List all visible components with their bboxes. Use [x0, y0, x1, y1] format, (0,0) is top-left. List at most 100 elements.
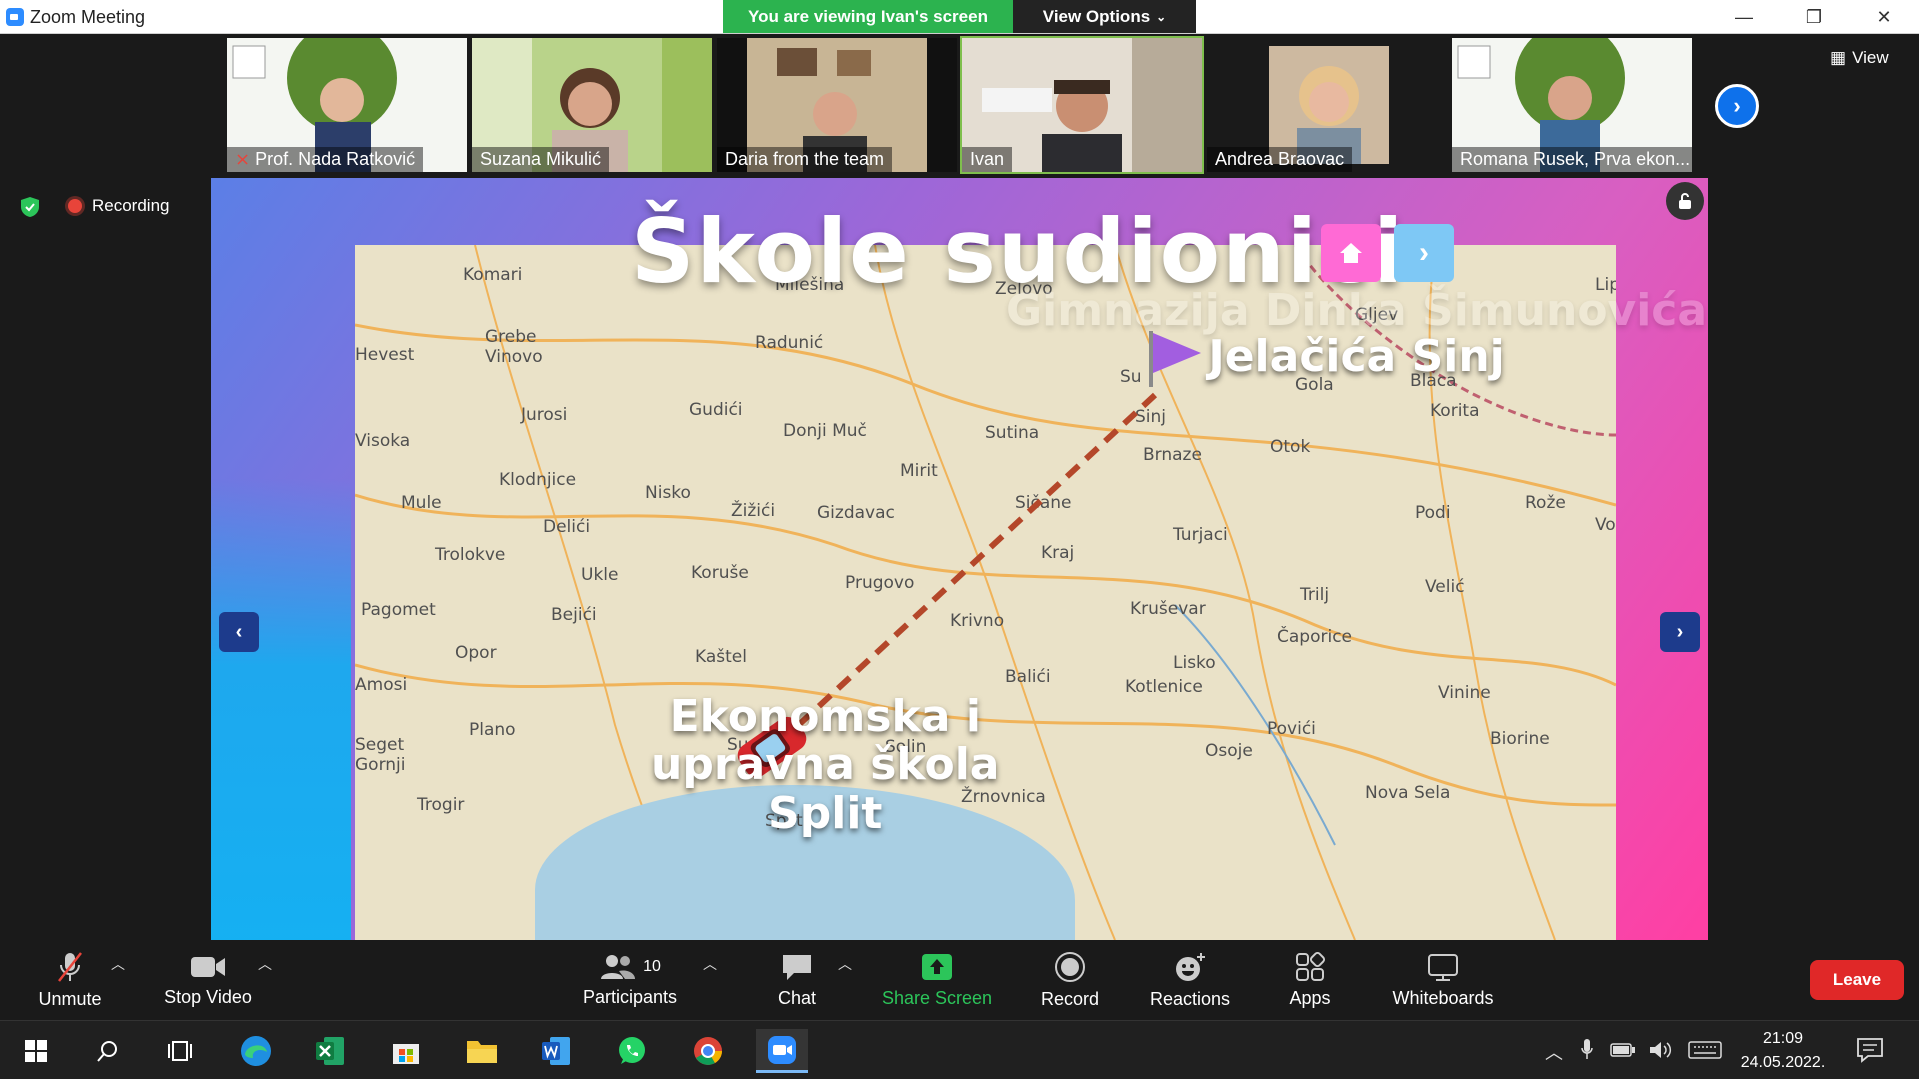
participant-tile[interactable]: Andrea Braovac	[1207, 38, 1447, 172]
chat-label: Chat	[777, 987, 817, 1008]
share-screen-label: Share Screen	[881, 987, 993, 1008]
whiteboard-icon	[1428, 953, 1458, 981]
origin-school-label: Ekonomska i upravna škola Split	[651, 691, 1000, 838]
unmute-button[interactable]: Unmute	[30, 940, 110, 1020]
store-taskbar-button[interactable]	[380, 1029, 432, 1073]
viewing-screen-banner: You are viewing Ivan's screen	[723, 0, 1013, 33]
participant-name: Romana Rusek, Prva ekon...	[1452, 147, 1692, 172]
origin-line-1: Ekonomska i	[669, 691, 981, 742]
notifications-icon[interactable]	[1856, 1037, 1884, 1063]
share-screen-button[interactable]: Share Screen	[880, 940, 994, 1020]
chat-button[interactable]: Chat	[770, 940, 824, 1020]
zoom-taskbar-button[interactable]	[756, 1029, 808, 1073]
unmute-label: Unmute	[38, 988, 102, 1009]
windows-start-icon	[25, 1040, 47, 1062]
leave-button[interactable]: Leave	[1810, 960, 1904, 1000]
recording-dot-icon	[68, 199, 82, 213]
participant-tile[interactable]: Daria from the team	[717, 38, 957, 172]
stop-video-label: Stop Video	[164, 986, 252, 1007]
taskbar-search-button[interactable]	[82, 1029, 134, 1073]
zoom-icon	[768, 1035, 796, 1064]
reactions-icon	[1176, 952, 1205, 981]
home-button[interactable]	[1321, 224, 1381, 282]
slide-background-accent	[211, 478, 351, 940]
battery-icon[interactable]	[1610, 1041, 1636, 1059]
participant-tile[interactable]: Romana Rusek, Prva ekon...	[1452, 38, 1692, 172]
apps-button[interactable]: Apps	[1280, 940, 1340, 1020]
view-layout-label: View	[1852, 48, 1889, 67]
file-explorer-taskbar-button[interactable]	[456, 1029, 508, 1073]
start-button[interactable]	[10, 1029, 62, 1073]
whatsapp-icon	[619, 1037, 645, 1064]
microphone-icon[interactable]	[1580, 1037, 1594, 1061]
apps-label: Apps	[1289, 987, 1331, 1008]
whatsapp-taskbar-button[interactable]	[606, 1029, 658, 1073]
origin-line-2: upravna škola	[651, 739, 1000, 791]
chrome-taskbar-button[interactable]	[682, 1029, 734, 1073]
reactions-button[interactable]: Reactions	[1145, 940, 1235, 1020]
word-icon	[542, 1037, 570, 1065]
forward-button[interactable]: ›	[1394, 224, 1454, 282]
record-button[interactable]: Record	[1034, 940, 1106, 1020]
previous-slide-button[interactable]: ‹	[219, 612, 259, 652]
reactions-label: Reactions	[1149, 988, 1231, 1009]
system-clock[interactable]: 21:09 24.05.2022.	[1735, 1027, 1831, 1075]
participant-name: Ivan	[962, 147, 1013, 172]
mic-muted-icon	[58, 951, 82, 982]
restore-button[interactable]: ❐	[1779, 0, 1849, 34]
apps-icon	[1296, 951, 1325, 981]
video-options-caret-icon[interactable]: ︿	[258, 954, 272, 974]
participants-icon	[601, 954, 636, 979]
participant-name: Andrea Braovac	[1207, 147, 1353, 172]
meeting-toolbar: Unmute ︿ Stop Video ︿ 10 Participants ︿ …	[0, 940, 1919, 1020]
task-view-icon	[168, 1041, 192, 1061]
annotation-lock-button[interactable]	[1666, 182, 1704, 220]
grid-view-icon: ▦	[1830, 48, 1847, 67]
mic-muted-icon: ⨯	[235, 149, 251, 169]
chevron-down-icon: ⌄	[1156, 9, 1167, 24]
minimize-button[interactable]: —	[1709, 0, 1779, 34]
clock-time: 21:09	[1762, 1030, 1804, 1047]
video-camera-icon	[191, 956, 225, 977]
volume-icon[interactable]	[1648, 1039, 1674, 1061]
clock-date: 24.05.2022.	[1740, 1054, 1826, 1071]
lock-icon	[1679, 193, 1691, 209]
next-participants-button[interactable]: ›	[1715, 84, 1759, 128]
search-icon	[97, 1041, 117, 1062]
participant-name: ⨯ Prof. Nada Ratković	[227, 147, 424, 172]
keyboard-icon[interactable]	[1688, 1041, 1722, 1059]
whiteboards-label: Whiteboards	[1392, 987, 1494, 1008]
audio-options-caret-icon[interactable]: ︿	[111, 954, 125, 974]
participant-tile[interactable]: ⨯ Prof. Nada Ratković	[227, 38, 467, 172]
shared-screen[interactable]: Komari Milešina Zelovo Gljev Lip Hevest …	[211, 178, 1708, 940]
stop-video-button[interactable]: Stop Video	[160, 940, 256, 1020]
chevron-right-icon: ›	[1419, 236, 1429, 269]
task-view-button[interactable]	[154, 1029, 206, 1073]
chat-options-caret-icon[interactable]: ︿	[838, 954, 852, 974]
close-button[interactable]: ✕	[1849, 0, 1919, 34]
store-icon	[393, 1044, 419, 1064]
shield-icon[interactable]	[20, 196, 40, 218]
recording-indicator[interactable]: Recording	[68, 196, 170, 216]
recording-label: Recording	[92, 196, 170, 215]
participant-name: Suzana Mikulić	[472, 147, 610, 172]
record-label: Record	[1040, 988, 1100, 1009]
next-slide-button[interactable]: ›	[1660, 612, 1700, 652]
excel-icon	[316, 1037, 344, 1065]
excel-taskbar-button[interactable]	[304, 1029, 356, 1073]
participant-tile[interactable]: Suzana Mikulić	[472, 38, 712, 172]
participant-tile-active-speaker[interactable]: Ivan	[960, 36, 1204, 174]
view-layout-button[interactable]: ▦ View	[1830, 48, 1889, 68]
os-taskbar: ︿ 21:09 24.05.2022.	[0, 1020, 1919, 1079]
whiteboards-button[interactable]: Whiteboards	[1385, 940, 1501, 1020]
word-taskbar-button[interactable]	[530, 1029, 582, 1073]
participants-options-caret-icon[interactable]: ︿	[703, 954, 717, 974]
view-options-label: View Options	[1042, 6, 1151, 26]
edge-taskbar-button[interactable]	[230, 1029, 282, 1073]
participants-button[interactable]: 10 Participants	[580, 940, 680, 1020]
show-hidden-icons-icon[interactable]: ︿	[1545, 1039, 1563, 1065]
destination-line-2: Jelačića Sinj	[1208, 331, 1505, 383]
view-options-button[interactable]: View Options ⌄	[1013, 0, 1196, 33]
destination-school-label: Gimnazija Dinka Šimunovića Jelačića Sinj	[1006, 287, 1707, 383]
chrome-icon	[694, 1037, 722, 1065]
